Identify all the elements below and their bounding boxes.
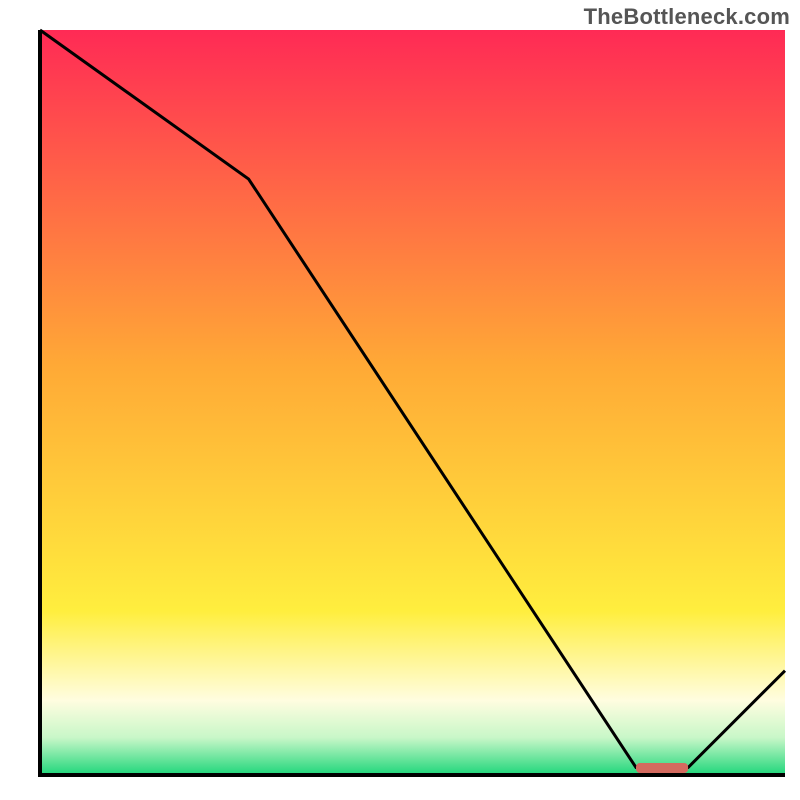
optimal-marker bbox=[636, 763, 688, 773]
plot-background bbox=[40, 30, 785, 775]
chart-svg bbox=[0, 0, 800, 800]
chart-container: TheBottleneck.com bbox=[0, 0, 800, 800]
